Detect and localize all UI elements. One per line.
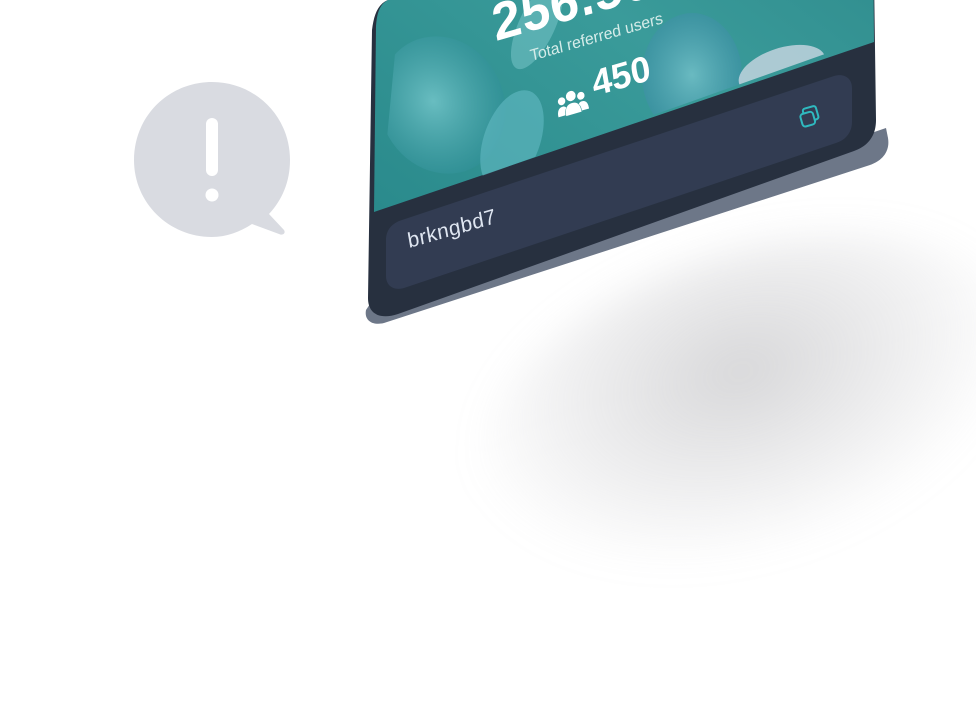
alert-icon [120,70,310,250]
copy-icon[interactable] [796,104,824,132]
illustration-canvas: 256.50 Total referred users 450 brkngbd7 [0,0,976,720]
